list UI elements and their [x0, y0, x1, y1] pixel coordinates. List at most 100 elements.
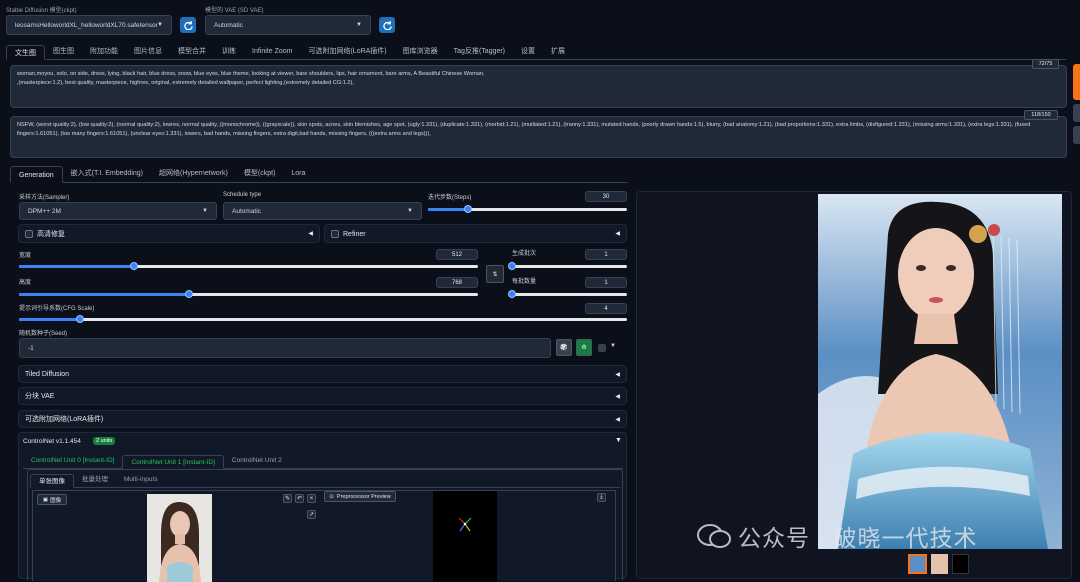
random-seed-button[interactable]: 🎲: [556, 339, 572, 356]
cfg-slider[interactable]: [19, 315, 627, 323]
hires-checkbox[interactable]: [25, 229, 33, 238]
model-dropdown[interactable]: leosamsHelloworldXL_helloworldXL70.safet…: [6, 15, 172, 35]
refresh-model-button[interactable]: [180, 17, 196, 33]
image-label-chip: ▣ 图像: [37, 494, 67, 505]
tab-train[interactable]: 训练: [214, 44, 244, 59]
controlnet-unit-tabbar: ControlNet Unit 0 [Instant-ID] ControlNe…: [23, 454, 623, 469]
width-label: 宽度: [19, 253, 32, 259]
model-value: leosamsHelloworldXL_helloworldXL70.safet…: [15, 21, 158, 29]
tiled-diffusion-accordion[interactable]: Tiled Diffusion ◀: [18, 365, 627, 383]
negative-prompt-input[interactable]: NSFW, (worst quality:2), (low quality:2)…: [10, 116, 1067, 158]
main-tabbar: 文生图 图生图 附加功能 图片信息 模型合并 训练 Infinite Zoom …: [6, 44, 1066, 60]
seed-value: -1: [28, 344, 34, 352]
prompt-input[interactable]: woman,moyou, solo, on side, dress, lying…: [10, 65, 1067, 108]
collapse-icon: ◀: [308, 231, 313, 237]
tab-merge[interactable]: 模型合并: [170, 44, 214, 59]
tab-infinite-zoom[interactable]: Infinite Zoom: [244, 44, 300, 59]
output-thumbnail[interactable]: [908, 554, 927, 574]
output-thumbnail[interactable]: [952, 554, 969, 574]
refiner-checkbox[interactable]: [331, 229, 339, 238]
steps-slider[interactable]: [428, 205, 627, 213]
batch-size-slider[interactable]: [508, 290, 627, 298]
generated-image[interactable]: [818, 194, 1062, 549]
extra-seed-checkbox[interactable]: [598, 344, 606, 352]
generate-button[interactable]: [1073, 64, 1080, 100]
image-icon: ▣: [42, 496, 49, 503]
schedule-dropdown[interactable]: Automatic ▼: [223, 202, 422, 220]
collapse-icon: ◀: [615, 371, 620, 378]
vae-dropdown[interactable]: Automatic ▼: [205, 15, 371, 35]
output-thumbnail[interactable]: [931, 554, 948, 574]
resize-icon[interactable]: ↗: [307, 510, 316, 519]
generation-tabbar: Generation 嵌入式(T.I. Embedding) 超网络(Hyper…: [10, 166, 628, 183]
tab-controlnet-unit-2[interactable]: ControlNet Unit 2: [224, 454, 290, 468]
close-icon[interactable]: ×: [307, 494, 316, 503]
height-input[interactable]: 768: [436, 277, 478, 288]
additional-networks-accordion[interactable]: 可选附加网络(LoRA插件) ◀: [18, 410, 627, 428]
batch-size-input[interactable]: 1: [585, 277, 627, 288]
tiled-vae-accordion[interactable]: 分块 VAE ◀: [18, 387, 627, 405]
undo-icon[interactable]: ↶: [295, 494, 304, 503]
height-slider[interactable]: [19, 290, 478, 298]
steps-input[interactable]: 30: [585, 191, 627, 202]
tab-embedding[interactable]: 嵌入式(T.I. Embedding): [63, 165, 151, 182]
hires-fix-accordion[interactable]: 高清修复 ◀: [18, 224, 320, 243]
edit-icon[interactable]: ✎: [283, 494, 292, 503]
tab-settings[interactable]: 设置: [513, 44, 543, 59]
model-label: Stable Diffusion 模型(ckpt): [6, 8, 77, 14]
image-upload-area[interactable]: ▣ 图像 ✎ ↶ × ↗ ⊙ Preprocessor Preview ⤓: [32, 490, 616, 582]
batch-count-label: 生成批次: [512, 251, 537, 257]
schedule-label: Schedule type: [223, 192, 262, 198]
height-label: 高度: [19, 280, 32, 286]
tab-hypernetwork[interactable]: 超网络(Hypernetwork): [151, 165, 236, 182]
side-tool-button[interactable]: [1073, 126, 1080, 144]
recycle-icon: ♻: [581, 345, 587, 351]
download-icon[interactable]: ⤓: [597, 493, 606, 502]
tab-controlnet-unit-0[interactable]: ControlNet Unit 0 [Instant-ID]: [23, 454, 122, 468]
additional-networks-label: 可选附加网络(LoRA插件): [25, 416, 104, 423]
tab-png-info[interactable]: 图片信息: [126, 44, 170, 59]
width-input[interactable]: 512: [436, 249, 478, 260]
cfg-input[interactable]: 4: [585, 303, 627, 314]
seed-input[interactable]: -1: [19, 338, 551, 358]
sampler-dropdown[interactable]: DPM++ 2M ▼: [19, 202, 217, 220]
tab-img2img[interactable]: 图生图: [45, 44, 82, 59]
tab-single-image[interactable]: 单张图像: [30, 474, 74, 488]
dice-icon: 🎲: [560, 345, 568, 351]
sampler-value: DPM++ 2M: [28, 207, 61, 215]
tab-extras[interactable]: 附加功能: [82, 44, 126, 59]
controlnet-panel: ControlNet v1.1.454 2 units ▼ ControlNet…: [18, 432, 627, 582]
chevron-down-icon[interactable]: ▼: [610, 343, 616, 349]
tab-gallery[interactable]: 图库浏览器: [395, 44, 446, 59]
chevron-down-icon: ▼: [202, 208, 208, 214]
tab-multi-inputs[interactable]: Multi-Inputs: [116, 473, 166, 487]
cfg-label: 提示词引导系数(CFG Scale): [19, 306, 95, 312]
negative-token-counter: 118/150: [1024, 110, 1058, 120]
tab-txt2img[interactable]: 文生图: [6, 45, 45, 60]
wechat-icon: [697, 524, 731, 548]
units-badge: 2 units: [93, 437, 116, 445]
tab-tagger[interactable]: Tag反推(Tagger): [446, 44, 513, 59]
reference-photo: [147, 494, 212, 582]
tab-lora[interactable]: 可选附加网络(LoRA插件): [300, 44, 394, 59]
tab-extensions[interactable]: 扩展: [543, 44, 573, 59]
width-slider[interactable]: [19, 262, 478, 270]
tab-generation[interactable]: Generation: [10, 166, 63, 183]
reuse-seed-button[interactable]: ♻: [576, 339, 592, 356]
tab-checkpoint[interactable]: 模型(ckpt): [236, 165, 284, 182]
refresh-vae-button[interactable]: [379, 17, 395, 33]
batch-count-slider[interactable]: [508, 262, 627, 270]
tab-batch[interactable]: 批量处理: [74, 473, 116, 487]
tab-lora-sub[interactable]: Lora: [283, 165, 313, 182]
batch-count-input[interactable]: 1: [585, 249, 627, 260]
side-tool-button[interactable]: [1073, 104, 1080, 122]
tab-controlnet-unit-1[interactable]: ControlNet Unit 1 [Instant-ID]: [122, 455, 224, 469]
refiner-accordion[interactable]: Refiner ◀: [324, 224, 627, 243]
refresh-icon: [382, 20, 392, 30]
expand-icon[interactable]: ▼: [615, 437, 622, 444]
tiled-vae-label: 分块 VAE: [25, 393, 55, 400]
preprocessor-preview-button[interactable]: ⊙ Preprocessor Preview: [324, 491, 396, 502]
swap-dimensions-button[interactable]: ⇅: [486, 265, 504, 283]
sampler-label: 采样方法(Sampler): [19, 195, 70, 201]
tiled-diffusion-label: Tiled Diffusion: [25, 370, 69, 378]
